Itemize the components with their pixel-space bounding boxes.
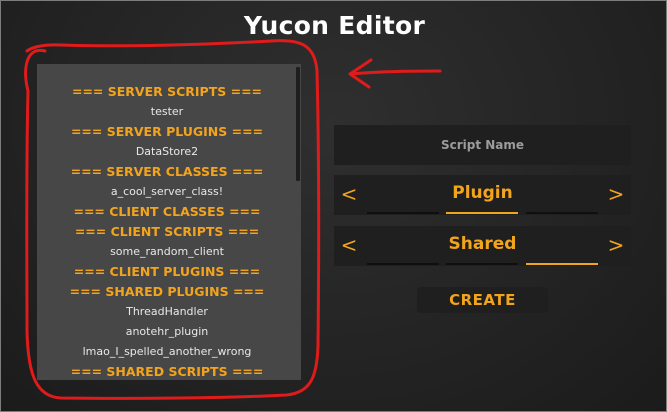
list-item[interactable]: lmao_I_spelled_another_wrong	[37, 342, 297, 362]
script-list: === SERVER SCRIPTS === tester === SERVER P…	[37, 82, 297, 380]
script-list-scrollbar[interactable]	[296, 67, 300, 181]
type-value: Plugin	[452, 183, 513, 203]
create-button[interactable]: CREATE	[417, 287, 548, 313]
list-item[interactable]: some_random_client	[37, 242, 297, 262]
list-item[interactable]: a_cool_server_class!	[37, 182, 297, 202]
list-section-header: === CLIENT SCRIPTS ===	[74, 224, 260, 239]
list-section-header: === CLIENT CLASSES ===	[73, 204, 261, 219]
context-option-indicator	[446, 263, 518, 265]
list-item[interactable]: tester	[37, 102, 297, 122]
script-list-panel[interactable]: === SERVER SCRIPTS === tester === SERVER P…	[37, 64, 301, 380]
type-next-button[interactable]: >	[601, 175, 631, 215]
type-option-indicator	[367, 212, 439, 214]
type-option-indicator	[526, 212, 598, 214]
app-title: Yucon Editor	[243, 11, 426, 40]
context-next-button[interactable]: >	[601, 226, 631, 266]
type-option-indicator	[446, 212, 518, 214]
annotation-arrow	[348, 58, 442, 89]
script-name-input[interactable]: Script Name	[334, 125, 631, 165]
context-option-indicator	[367, 263, 439, 265]
list-section-header: === CLIENT PLUGINS ===	[73, 264, 261, 279]
list-item[interactable]: anotehr_plugin	[37, 322, 297, 342]
list-section-header: === SERVER PLUGINS ===	[70, 124, 264, 139]
context-selector: < Shared >	[334, 226, 631, 266]
list-section-header: === SHARED SCRIPTS ===	[70, 364, 264, 379]
type-selector: < Plugin >	[334, 175, 631, 215]
list-section-header: === SERVER CLASSES ===	[70, 164, 264, 179]
list-section-header: === SHARED PLUGINS ===	[69, 284, 265, 299]
context-option-indicator	[526, 263, 598, 265]
list-item[interactable]: ThreadHandler	[37, 302, 297, 322]
list-section-header: === SERVER SCRIPTS ===	[71, 84, 263, 99]
context-value: Shared	[448, 234, 517, 254]
list-item[interactable]: DataStore2	[37, 142, 297, 162]
